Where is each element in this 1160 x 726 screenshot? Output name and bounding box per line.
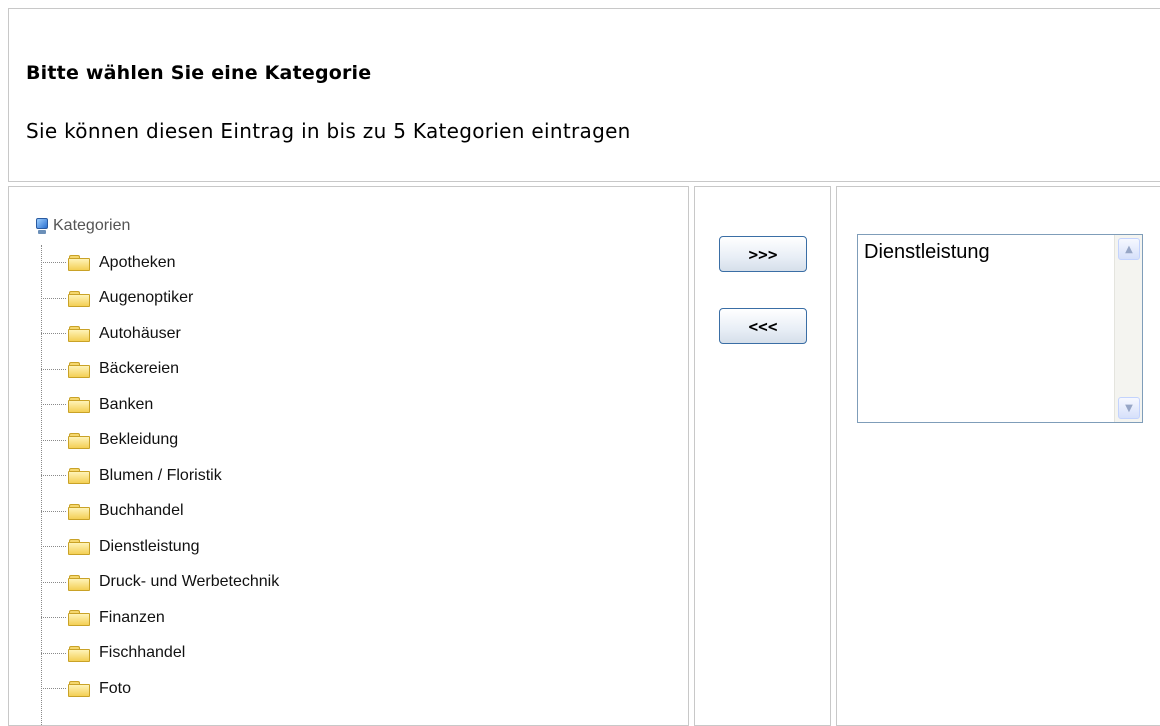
tree-item[interactable]: Apotheken <box>41 245 279 281</box>
tree-item-label: Autohäuser <box>99 324 181 342</box>
tree-root[interactable]: Kategorien <box>35 217 130 235</box>
page-title: Bitte wählen Sie eine Kategorie <box>26 62 372 84</box>
tree-item[interactable]: Augenoptiker <box>41 281 279 317</box>
add-category-button[interactable]: >>> <box>719 236 807 272</box>
folder-icon <box>68 538 90 556</box>
tree-item-label: Dienstleistung <box>99 537 200 555</box>
arrow-up-icon[interactable]: ▲ <box>1118 238 1140 260</box>
header-panel: Bitte wählen Sie eine Kategorie Sie könn… <box>8 8 1160 182</box>
folder-icon <box>68 645 90 662</box>
tree-item[interactable]: Dienstleistung <box>41 529 279 565</box>
selected-categories-listbox[interactable]: Dienstleistung ▲ ▼ <box>857 234 1143 423</box>
tree-item[interactable]: Fischhandel <box>41 636 279 672</box>
list-item[interactable]: Dienstleistung <box>864 241 990 264</box>
tree-item[interactable]: Autohäuser <box>41 316 279 352</box>
folder-icon <box>68 467 90 485</box>
tree-item-label: Finanzen <box>99 608 165 626</box>
tree-root-label: Kategorien <box>53 217 131 234</box>
remove-category-button[interactable]: <<< <box>719 308 807 344</box>
folder-icon <box>68 503 90 520</box>
tree-item-label: Buchhandel <box>99 502 184 520</box>
folder-icon <box>68 432 90 449</box>
tree-item-label: Apotheken <box>99 253 176 271</box>
tree-item-label: Fischhandel <box>99 644 186 662</box>
category-tree-panel: Kategorien Apotheken Augenoptiker Autohä… <box>8 186 689 726</box>
folder-icon <box>68 290 90 307</box>
tree-item-label: Druck- und Werbetechnik <box>99 573 280 591</box>
tree-item[interactable]: Bekleidung <box>41 423 279 459</box>
arrow-down-icon[interactable]: ▼ <box>1118 397 1140 419</box>
category-tree: Apotheken Augenoptiker Autohäuser Bäcker… <box>41 245 279 707</box>
folder-icon <box>68 396 90 414</box>
folder-icon <box>68 254 90 272</box>
computer-icon <box>35 217 49 235</box>
folder-icon <box>68 609 90 627</box>
tree-item-label: Blumen / Floristik <box>99 466 222 484</box>
tree-item[interactable]: Buchhandel <box>41 494 279 530</box>
tree-item[interactable]: Druck- und Werbetechnik <box>41 565 279 601</box>
tree-item-label: Bäckereien <box>99 360 180 378</box>
tree-item-label: Bekleidung <box>99 431 179 449</box>
folder-icon <box>68 325 90 343</box>
folder-icon <box>68 574 90 591</box>
page-description: Sie können diesen Eintrag in bis zu 5 Ka… <box>26 119 631 143</box>
tree-item[interactable]: Blumen / Floristik <box>41 458 279 494</box>
transfer-buttons-panel: >>> <<< <box>694 186 831 726</box>
selected-categories-panel: Dienstleistung ▲ ▼ <box>836 186 1160 726</box>
tree-item-label: Augenoptiker <box>99 289 194 307</box>
tree-item-label: Foto <box>99 679 132 697</box>
folder-icon <box>68 680 90 698</box>
scrollbar[interactable]: ▲ ▼ <box>1114 235 1142 422</box>
tree-item[interactable]: Banken <box>41 387 279 423</box>
tree-item-label: Banken <box>99 395 154 413</box>
folder-icon <box>68 361 90 378</box>
tree-item[interactable]: Foto <box>41 671 279 707</box>
tree-item[interactable]: Finanzen <box>41 600 279 636</box>
tree-item[interactable]: Bäckereien <box>41 352 279 388</box>
